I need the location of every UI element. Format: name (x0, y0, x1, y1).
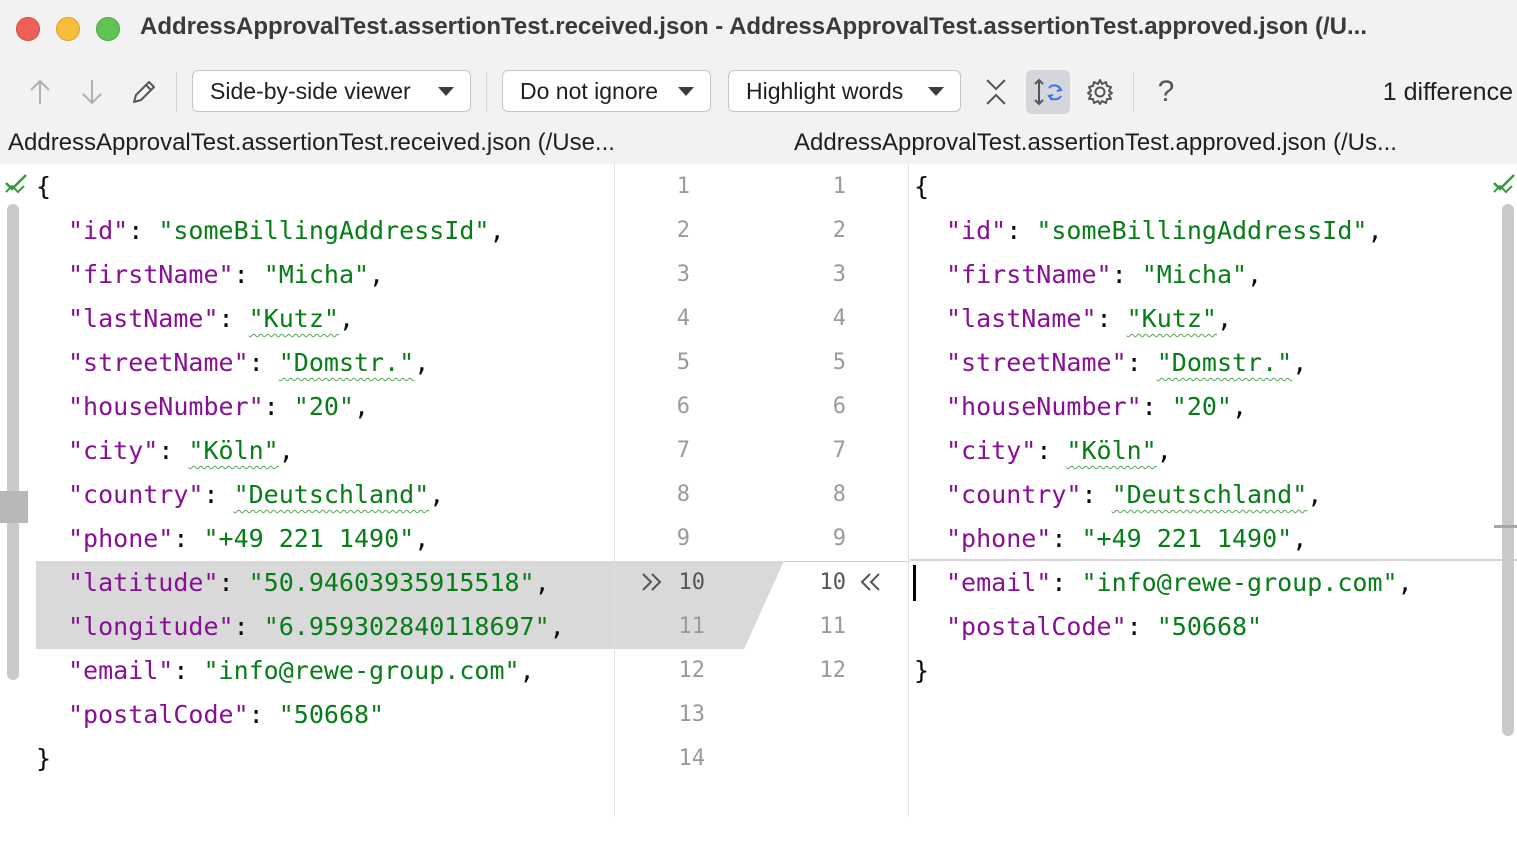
code-line: "country": "Deutschland", (68, 480, 445, 509)
ignore-mode-label: Do not ignore (520, 77, 659, 104)
code-line: "city": "Köln", (68, 436, 294, 465)
line-number: 14 (678, 746, 706, 771)
code-line: "houseNumber": "20", (946, 392, 1248, 421)
right-scrollbar[interactable] (1502, 204, 1514, 736)
chevron-down-icon (678, 87, 694, 96)
code-line: "streetName": "Domstr.", (68, 348, 430, 377)
line-number: 10 (678, 570, 706, 595)
code-line: "id": "someBillingAddressId", (68, 216, 505, 245)
sync-scroll-icon (1034, 78, 1063, 106)
code-line: "firstName": "Micha", (68, 260, 385, 289)
code-line: } (914, 656, 930, 685)
right-file-name: AddressApprovalTest.assertionTest.approv… (794, 129, 1397, 156)
line-number: 5 (676, 350, 690, 375)
line-number: 13 (678, 702, 706, 727)
next-difference-button[interactable] (76, 76, 108, 108)
line-number: 3 (832, 262, 846, 287)
code-line: "firstName": "Micha", (946, 260, 1263, 289)
pencil-icon (133, 81, 155, 103)
no-problems-icon (1493, 174, 1515, 194)
highlight-mode-label: Highlight words (746, 77, 904, 104)
code-line: { (914, 172, 930, 201)
chevron-down-icon (928, 87, 944, 96)
edit-source-button[interactable] (128, 76, 160, 108)
line-number: 1 (676, 174, 690, 199)
question-icon: ? (1157, 75, 1175, 108)
title-bar: AddressApprovalTest.assertionTest.receiv… (0, 0, 1517, 56)
divider (908, 164, 909, 817)
collapse-icon (986, 79, 1006, 105)
collapse-unchanged-button[interactable] (980, 76, 1012, 108)
line-number: 9 (832, 526, 846, 551)
code-line: "email": "info@rewe-group.com", (946, 568, 1413, 597)
arrow-down-icon (82, 80, 102, 105)
help-button[interactable]: ? (1150, 75, 1182, 108)
code-line: "country": "Deutschland", (946, 480, 1323, 509)
settings-button[interactable] (1084, 76, 1116, 108)
apply-change-right-icon[interactable] (640, 571, 666, 593)
toolbar-divider (176, 72, 177, 112)
sync-scroll-toggle[interactable] (1026, 70, 1070, 114)
code-line-changed: "longitude": "6.959302840118697", (68, 612, 565, 641)
line-number: 9 (676, 526, 690, 551)
ignore-mode-dropdown[interactable]: Do not ignore (502, 70, 711, 112)
code-line: "phone": "+49 221 1490", (946, 524, 1308, 553)
code-line: "city": "Köln", (946, 436, 1172, 465)
line-number: 7 (832, 438, 846, 463)
line-number: 5 (832, 350, 846, 375)
line-number: 3 (676, 262, 690, 287)
arrow-up-icon (30, 79, 50, 104)
left-scrollbar[interactable] (7, 204, 19, 680)
maximize-window-button[interactable] (96, 17, 120, 41)
code-line: } (36, 744, 52, 773)
viewer-mode-dropdown[interactable]: Side-by-side viewer (192, 70, 471, 112)
difference-count: 1 difference (1382, 78, 1513, 106)
line-number: 7 (676, 438, 690, 463)
line-number: 8 (676, 482, 690, 507)
code-line: "email": "info@rewe-group.com", (68, 656, 535, 685)
code-line: "postalCode": "50668" (68, 700, 385, 729)
line-number: 6 (676, 394, 690, 419)
code-line: "lastName": "Kutz", (68, 304, 354, 333)
window-title: AddressApprovalTest.assertionTest.receiv… (140, 13, 1367, 40)
gear-icon (1087, 79, 1113, 105)
minimize-window-button[interactable] (56, 17, 80, 41)
left-file-name: AddressApprovalTest.assertionTest.receiv… (8, 129, 615, 156)
chevron-down-icon (438, 87, 454, 96)
apply-change-left-icon[interactable] (858, 571, 884, 593)
close-window-button[interactable] (16, 17, 40, 41)
line-number: 1 (832, 174, 846, 199)
line-number: 10 (819, 570, 847, 595)
line-number: 11 (819, 614, 847, 639)
text-cursor (913, 565, 916, 601)
previous-difference-button[interactable] (24, 76, 56, 108)
toolbar-divider (1133, 72, 1134, 112)
highlight-mode-dropdown[interactable]: Highlight words (728, 70, 961, 112)
no-problems-icon (5, 174, 27, 194)
code-line-changed: "latitude": "50.94603935915518", (68, 568, 550, 597)
right-change-marker (1494, 525, 1517, 528)
line-number: 2 (832, 218, 846, 243)
toolbar-divider (486, 72, 487, 112)
file-headers: AddressApprovalTest.assertionTest.receiv… (0, 128, 1517, 164)
viewer-mode-label: Side-by-side viewer (210, 77, 411, 104)
line-number: 6 (832, 394, 846, 419)
line-number: 8 (832, 482, 846, 507)
divider (614, 164, 615, 817)
line-number: 4 (832, 306, 846, 331)
diff-toolbar: Side-by-side viewer Do not ignore Highli… (0, 56, 1517, 128)
code-line: "id": "someBillingAddressId", (946, 216, 1383, 245)
left-change-marker (0, 491, 28, 523)
code-line: "houseNumber": "20", (68, 392, 370, 421)
code-line: "lastName": "Kutz", (946, 304, 1232, 333)
line-number: 2 (676, 218, 690, 243)
code-line: { (36, 172, 52, 201)
line-number: 12 (819, 658, 847, 683)
line-number: 11 (678, 614, 706, 639)
line-number: 12 (678, 658, 706, 683)
line-number: 4 (676, 306, 690, 331)
code-line: "postalCode": "50668" (946, 612, 1263, 641)
code-line: "streetName": "Domstr.", (946, 348, 1308, 377)
code-line: "phone": "+49 221 1490", (68, 524, 430, 553)
